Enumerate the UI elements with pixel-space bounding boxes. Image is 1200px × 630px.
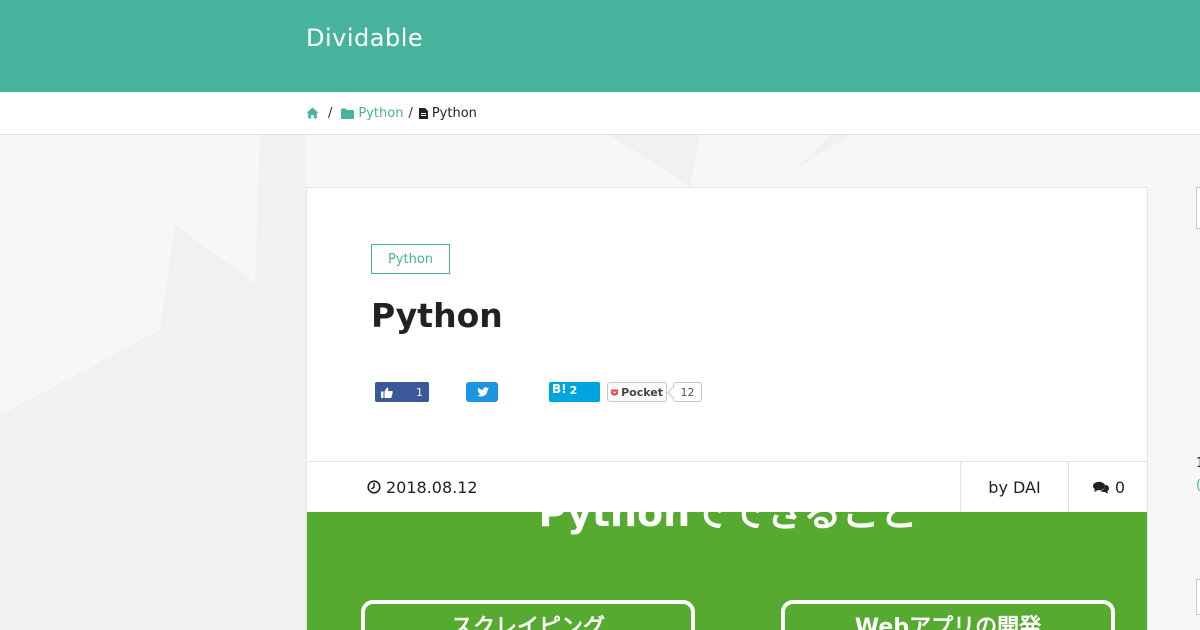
- post-date: 2018.08.12: [367, 462, 478, 512]
- pocket-label: Pocket: [621, 385, 663, 399]
- folder-icon: [341, 108, 355, 119]
- hatena-count: 2: [569, 384, 578, 397]
- hatena-bookmark-button[interactable]: B! 2: [549, 382, 600, 402]
- comment-count: 0: [1114, 477, 1126, 497]
- sidebar-widget-edge: [1196, 579, 1200, 615]
- breadcrumb-category[interactable]: Python: [341, 106, 403, 121]
- site-title[interactable]: Dividable: [306, 24, 423, 52]
- breadcrumb-current-label: Python: [431, 105, 477, 121]
- sidebar-widget-edge: [1196, 187, 1200, 229]
- breadcrumb: / Python / Python: [306, 92, 477, 134]
- clock-icon: [367, 480, 381, 494]
- eyecatch-title: Pythonでできること: [538, 512, 918, 535]
- post-date-value: 2018.08.12: [386, 477, 478, 497]
- home-icon: [306, 107, 319, 119]
- post-author[interactable]: by DAI: [960, 462, 1068, 512]
- pocket-button[interactable]: Pocket: [607, 382, 667, 402]
- eyecatch-image: Pythonでできること スクレイピング Webアプリの開発: [307, 512, 1147, 630]
- category-tag[interactable]: Python: [371, 244, 450, 274]
- pocket-count-value: 12: [680, 385, 695, 399]
- breadcrumb-separator: /: [408, 105, 413, 121]
- comments-icon: [1092, 481, 1109, 494]
- sidebar-text-fragment: 1: [1196, 456, 1200, 471]
- post-comments[interactable]: 0: [1068, 462, 1147, 512]
- tweet-button[interactable]: [466, 382, 498, 402]
- breadcrumb-separator: /: [328, 105, 333, 121]
- thumbs-up-icon: [381, 387, 393, 398]
- sidebar-edge: 1 (: [1196, 187, 1200, 630]
- twitter-icon: [476, 386, 489, 397]
- post-card: Python Python 1 B! 2 Pocket 12 2018.08.1…: [306, 187, 1148, 630]
- file-icon: [418, 107, 428, 119]
- breadcrumb-home[interactable]: [306, 107, 319, 119]
- hatena-label: B!: [552, 382, 567, 396]
- eyecatch-box: スクレイピング: [361, 600, 695, 630]
- breadcrumb-current: Python: [418, 105, 477, 121]
- like-count: 1: [416, 385, 423, 399]
- post-title: Python: [371, 296, 503, 335]
- eyecatch-box: Webアプリの開発: [781, 600, 1115, 630]
- pocket-count: 12: [673, 382, 702, 402]
- site-header: Dividable: [0, 0, 1200, 92]
- post-meta-bar: 2018.08.12 by DAI 0: [307, 461, 1147, 512]
- breadcrumb-bar: / Python / Python: [0, 92, 1200, 135]
- pocket-icon: [611, 388, 619, 396]
- breadcrumb-category-label: Python: [358, 105, 404, 121]
- facebook-like-button[interactable]: 1: [375, 382, 429, 402]
- sidebar-link-fragment[interactable]: (: [1196, 478, 1200, 493]
